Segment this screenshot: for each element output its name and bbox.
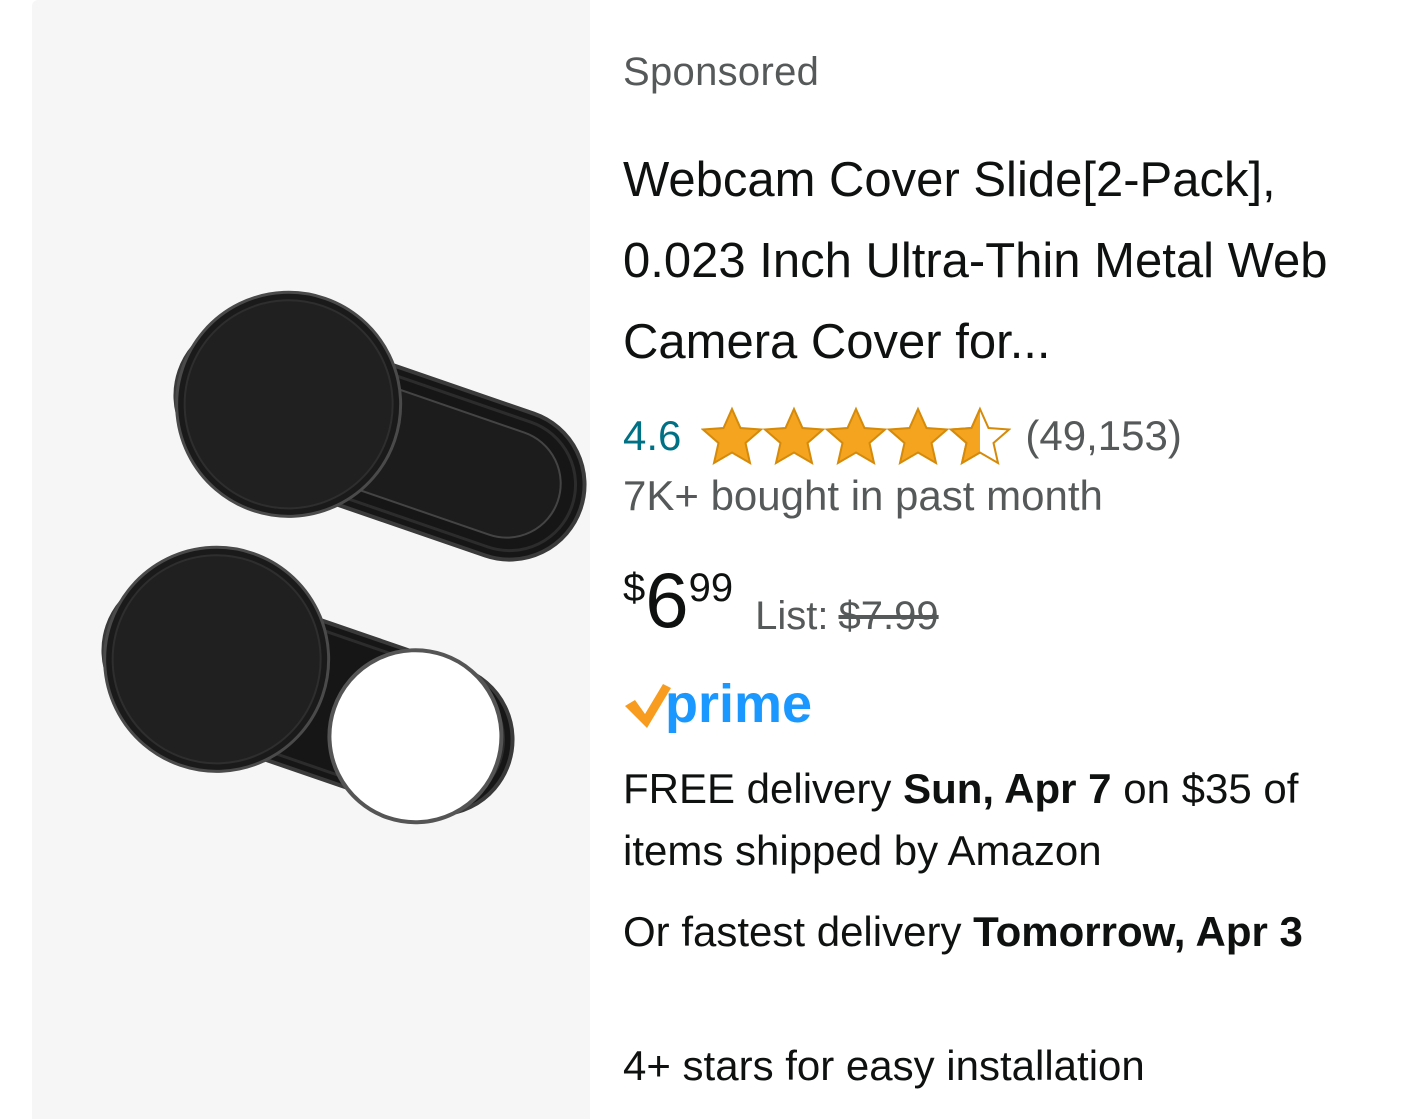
list-price: $7.99 — [838, 594, 939, 638]
product-card[interactable]: Sponsored Webcam Cover Slide[2-Pack], 0.… — [32, 0, 1409, 1119]
fastest-prefix: Or fastest delivery — [623, 908, 974, 955]
free-delivery-text: FREE delivery Sun, Apr 7 on $35 of items… — [623, 758, 1383, 882]
rating-value[interactable]: 4.6 — [623, 412, 681, 460]
fastest-delivery-text: Or fastest delivery Tomorrow, Apr 3 — [623, 900, 1383, 964]
product-title[interactable]: Webcam Cover Slide[2-Pack], 0.023 Inch U… — [623, 140, 1383, 383]
webcam-cover-image — [101, 290, 587, 825]
rating-row[interactable]: 4.6 (49,153) — [623, 406, 1182, 466]
delivery-prefix: FREE delivery — [623, 765, 904, 812]
half-star-icon — [949, 406, 1012, 466]
product-image-panel[interactable] — [32, 0, 590, 1119]
star-icon — [825, 406, 888, 466]
price-whole: 6 — [645, 556, 689, 644]
prime-badge: prime — [625, 674, 812, 734]
sponsored-label[interactable]: Sponsored — [623, 50, 819, 95]
review-count[interactable]: (49,153) — [1025, 412, 1181, 460]
star-icon — [887, 406, 950, 466]
bought-in-past-month: 7K+ bought in past month — [623, 472, 1103, 519]
price-row[interactable]: $ 6 99 List: $7.99 — [623, 560, 939, 650]
installation-rating-text: 4+ stars for easy installation — [623, 1042, 1145, 1089]
list-price-label: List: — [755, 594, 829, 638]
price-fraction: 99 — [688, 566, 734, 610]
prime-label: prime — [665, 674, 812, 734]
star-rating[interactable] — [701, 406, 1012, 466]
fastest-date: Tomorrow, Apr 3 — [973, 908, 1303, 955]
delivery-date: Sun, Apr 7 — [903, 765, 1112, 812]
star-icon — [701, 406, 764, 466]
price-symbol: $ — [623, 566, 646, 610]
star-icon — [763, 406, 826, 466]
